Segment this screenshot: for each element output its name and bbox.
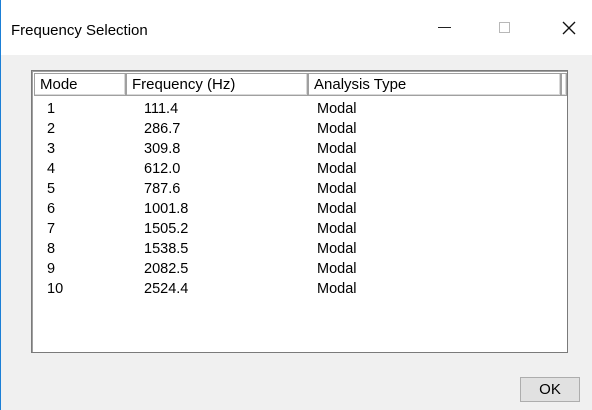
cell-frequency: 286.7 <box>144 121 181 137</box>
cell-frequency: 787.6 <box>144 181 181 197</box>
cell-mode: 10 <box>47 281 64 297</box>
cell-analysis-type: Modal <box>317 121 357 137</box>
cell-frequency: 2082.5 <box>144 261 189 277</box>
maximize-button <box>481 0 527 55</box>
table-row[interactable]: 8 1538.5 Modal <box>34 239 565 259</box>
cell-mode: 4 <box>47 161 56 177</box>
cell-analysis-type: Modal <box>317 101 357 117</box>
column-header-analysis-type[interactable]: Analysis Type <box>308 73 561 96</box>
table-row[interactable]: 7 1505.2 Modal <box>34 219 565 239</box>
maximize-icon <box>498 22 510 33</box>
table-row[interactable]: 1 111.4 Modal <box>34 99 565 119</box>
cell-frequency: 1538.5 <box>144 241 189 257</box>
cell-frequency: 1001.8 <box>144 201 189 217</box>
table-row[interactable]: 10 2524.4 Modal <box>34 279 565 299</box>
cell-analysis-type: Modal <box>317 161 357 177</box>
cell-analysis-type: Modal <box>317 201 357 217</box>
cell-mode: 7 <box>47 221 56 237</box>
table-row[interactable]: 3 309.8 Modal <box>34 139 565 159</box>
cell-mode: 3 <box>47 141 56 157</box>
table-row[interactable]: 9 2082.5 Modal <box>34 259 565 279</box>
cell-mode: 8 <box>47 241 56 257</box>
cell-frequency: 2524.4 <box>144 281 189 297</box>
close-button[interactable] <box>546 0 592 55</box>
list-body: 1 111.4 Modal 2 286.7 Modal 3 309.8 Modal 4 612.0 M… <box>34 99 565 299</box>
cell-frequency: 309.8 <box>144 141 181 157</box>
minimize-icon <box>437 27 451 28</box>
minimize-button[interactable] <box>421 0 467 55</box>
title-bar[interactable]: Frequency Selection <box>1 0 592 55</box>
frequency-list[interactable]: Mode Frequency (Hz) Analysis Type 1 111.4… <box>31 70 568 353</box>
ok-button[interactable]: OK <box>520 377 580 402</box>
cell-frequency: 612.0 <box>144 161 181 177</box>
column-header-filler <box>561 73 567 96</box>
cell-analysis-type: Modal <box>317 141 357 157</box>
cell-frequency: 1505.2 <box>144 221 189 237</box>
cell-mode: 1 <box>47 101 56 117</box>
table-row[interactable]: 5 787.6 Modal <box>34 179 565 199</box>
cell-mode: 2 <box>47 121 56 137</box>
close-icon <box>562 21 576 34</box>
cell-mode: 6 <box>47 201 56 217</box>
window-title: Frequency Selection <box>11 22 148 39</box>
cell-mode: 9 <box>47 261 56 277</box>
cell-analysis-type: Modal <box>317 221 357 237</box>
cell-frequency: 111.4 <box>144 101 179 117</box>
column-header-frequency[interactable]: Frequency (Hz) <box>126 73 308 96</box>
dialog-window: Frequency Selection Mode Frequency (Hz) … <box>0 0 592 410</box>
cell-analysis-type: Modal <box>317 261 357 277</box>
table-row[interactable]: 2 286.7 Modal <box>34 119 565 139</box>
column-header-mode[interactable]: Mode <box>34 73 126 96</box>
cell-analysis-type: Modal <box>317 281 357 297</box>
table-row[interactable]: 4 612.0 Modal <box>34 159 565 179</box>
table-row[interactable]: 6 1001.8 Modal <box>34 199 565 219</box>
list-header: Mode Frequency (Hz) Analysis Type <box>34 73 567 97</box>
cell-analysis-type: Modal <box>317 181 357 197</box>
cell-analysis-type: Modal <box>317 241 357 257</box>
cell-mode: 5 <box>47 181 56 197</box>
